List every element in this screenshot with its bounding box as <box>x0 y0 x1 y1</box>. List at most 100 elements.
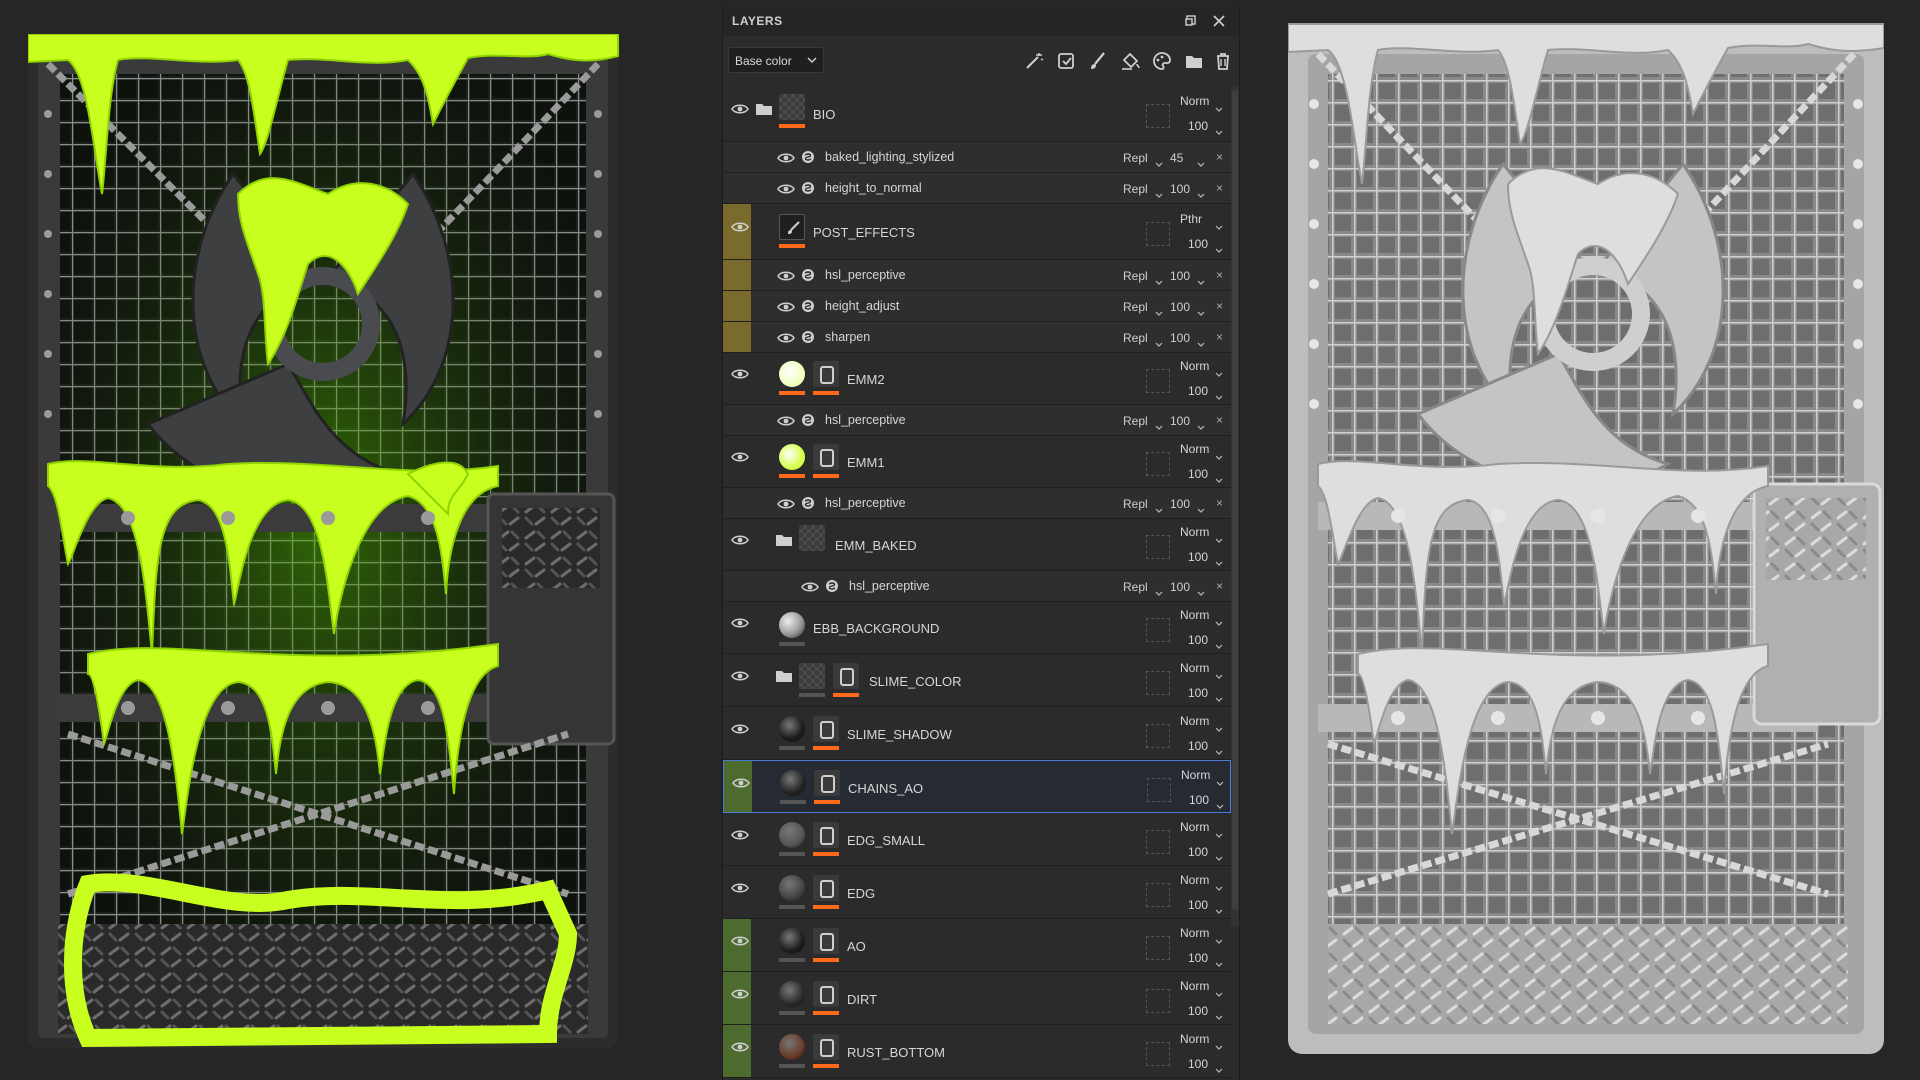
chevron-down-icon[interactable] <box>1215 388 1223 400</box>
scrollbar-thumb[interactable] <box>1232 90 1238 910</box>
remove-effect-icon[interactable]: × <box>1216 496 1223 510</box>
layer-row[interactable]: EMM2 Norm 100 <box>723 353 1231 405</box>
effect-row[interactable]: height_adjust Repl 100 × <box>723 291 1231 322</box>
effect-row[interactable]: hsl_perceptive Repl 100 × <box>723 260 1231 291</box>
effect-opacity-value[interactable]: 100 <box>1170 580 1190 594</box>
blend-mode-box[interactable] <box>1146 1042 1170 1066</box>
opacity-value[interactable]: 100 <box>1188 951 1208 965</box>
effect-blend-value[interactable]: Repl <box>1123 269 1148 283</box>
chevron-down-icon[interactable] <box>1215 690 1223 702</box>
remove-effect-icon[interactable]: × <box>1216 579 1223 593</box>
effect-opacity-value[interactable]: 45 <box>1170 151 1183 165</box>
paint-bucket-icon[interactable] <box>1119 50 1141 72</box>
layer-row[interactable]: DIRT Norm 100 <box>723 972 1231 1025</box>
visibility-eye-icon[interactable] <box>777 151 795 163</box>
remove-effect-icon[interactable]: × <box>1216 330 1223 344</box>
layers-scrollbar[interactable] <box>1231 86 1239 926</box>
chevron-down-icon[interactable] <box>1215 1038 1223 1050</box>
opacity-value[interactable]: 100 <box>1188 550 1208 564</box>
chevron-down-icon[interactable] <box>1155 335 1163 347</box>
opacity-value[interactable]: 100 <box>1188 739 1208 753</box>
chevron-down-icon[interactable] <box>1155 155 1163 167</box>
chevron-down-icon[interactable] <box>1215 471 1223 483</box>
visibility-eye-icon[interactable] <box>731 450 749 462</box>
effect-blend-value[interactable]: Repl <box>1123 580 1148 594</box>
opacity-value[interactable]: 100 <box>1188 898 1208 912</box>
blend-mode-box[interactable] <box>1146 104 1170 128</box>
chevron-down-icon[interactable] <box>1215 554 1223 566</box>
remove-effect-icon[interactable]: × <box>1216 181 1223 195</box>
add-fill-icon[interactable] <box>1055 50 1077 72</box>
remove-effect-icon[interactable]: × <box>1216 413 1223 427</box>
blend-mode-value[interactable]: Norm <box>1181 768 1210 782</box>
chevron-down-icon[interactable] <box>1215 667 1223 679</box>
visibility-eye-icon[interactable] <box>731 220 749 232</box>
blend-mode-value[interactable]: Pthr <box>1180 212 1202 226</box>
layer-row[interactable]: SLIME_COLOR Norm 100 <box>723 654 1231 707</box>
trash-icon[interactable] <box>1212 50 1234 72</box>
chevron-down-icon[interactable] <box>1215 955 1223 967</box>
layer-row[interactable]: CHAINS_AO Norm 100 <box>723 760 1231 813</box>
blend-mode-box[interactable] <box>1146 936 1170 960</box>
visibility-eye-icon[interactable] <box>731 367 749 379</box>
visibility-eye-icon[interactable] <box>731 934 749 946</box>
opacity-value[interactable]: 100 <box>1188 633 1208 647</box>
chevron-down-icon[interactable] <box>1215 1008 1223 1020</box>
layer-row[interactable]: EBB_BACKGROUND Norm 100 <box>723 602 1231 654</box>
visibility-eye-icon[interactable] <box>731 987 749 999</box>
blend-mode-box[interactable] <box>1146 989 1170 1013</box>
blend-mode-value[interactable]: Norm <box>1180 1032 1209 1046</box>
opacity-value[interactable]: 100 <box>1188 1004 1208 1018</box>
visibility-eye-icon[interactable] <box>732 776 750 788</box>
blend-mode-value[interactable]: Norm <box>1180 820 1209 834</box>
blend-mode-value[interactable]: Norm <box>1180 94 1209 108</box>
effect-opacity-value[interactable]: 100 <box>1170 182 1190 196</box>
chevron-down-icon[interactable] <box>1155 584 1163 596</box>
visibility-eye-icon[interactable] <box>731 616 749 628</box>
effect-blend-value[interactable]: Repl <box>1123 300 1148 314</box>
chevron-down-icon[interactable] <box>1197 155 1205 167</box>
chevron-down-icon[interactable] <box>1197 273 1205 285</box>
chevron-down-icon[interactable] <box>1197 304 1205 316</box>
visibility-eye-icon[interactable] <box>777 269 795 281</box>
opacity-value[interactable]: 100 <box>1188 1057 1208 1071</box>
visibility-eye-icon[interactable] <box>777 300 795 312</box>
magic-wand-icon[interactable] <box>1023 50 1045 72</box>
chevron-down-icon[interactable] <box>1197 584 1205 596</box>
visibility-eye-icon[interactable] <box>731 828 749 840</box>
blend-mode-value[interactable]: Norm <box>1180 525 1209 539</box>
layer-row[interactable]: AO Norm 100 <box>723 919 1231 972</box>
chevron-down-icon[interactable] <box>1215 879 1223 891</box>
chevron-down-icon[interactable] <box>1155 501 1163 513</box>
chevron-down-icon[interactable] <box>1155 186 1163 198</box>
opacity-value[interactable]: 100 <box>1188 237 1208 251</box>
chevron-down-icon[interactable] <box>1216 797 1224 809</box>
opacity-value[interactable]: 100 <box>1188 686 1208 700</box>
blend-mode-value[interactable]: Norm <box>1180 442 1209 456</box>
blend-mode-box[interactable] <box>1146 452 1170 476</box>
visibility-eye-icon[interactable] <box>801 580 819 592</box>
layer-row[interactable]: EMM_BAKED Norm 100 <box>723 519 1231 571</box>
chevron-down-icon[interactable] <box>1215 241 1223 253</box>
visibility-eye-icon[interactable] <box>777 331 795 343</box>
visibility-eye-icon[interactable] <box>731 1040 749 1052</box>
effect-row[interactable]: sharpen Repl 100 × <box>723 322 1231 353</box>
effect-blend-value[interactable]: Repl <box>1123 414 1148 428</box>
blend-mode-value[interactable]: Norm <box>1180 979 1209 993</box>
opacity-value[interactable]: 100 <box>1188 384 1208 398</box>
chevron-down-icon[interactable] <box>1197 501 1205 513</box>
visibility-eye-icon[interactable] <box>731 722 749 734</box>
chevron-down-icon[interactable] <box>1215 637 1223 649</box>
visibility-eye-icon[interactable] <box>777 182 795 194</box>
blend-mode-box[interactable] <box>1146 535 1170 559</box>
chevron-down-icon[interactable] <box>1155 418 1163 430</box>
opacity-value[interactable]: 100 <box>1188 119 1208 133</box>
blend-mode-box[interactable] <box>1146 883 1170 907</box>
chevron-down-icon[interactable] <box>1215 218 1223 230</box>
effect-row[interactable]: hsl_perceptive Repl 100 × <box>723 405 1231 436</box>
folder-icon[interactable] <box>1183 50 1205 72</box>
remove-effect-icon[interactable]: × <box>1216 150 1223 164</box>
layer-row[interactable]: EDG Norm 100 <box>723 866 1231 919</box>
chevron-down-icon[interactable] <box>1215 365 1223 377</box>
chevron-down-icon[interactable] <box>1216 774 1224 786</box>
